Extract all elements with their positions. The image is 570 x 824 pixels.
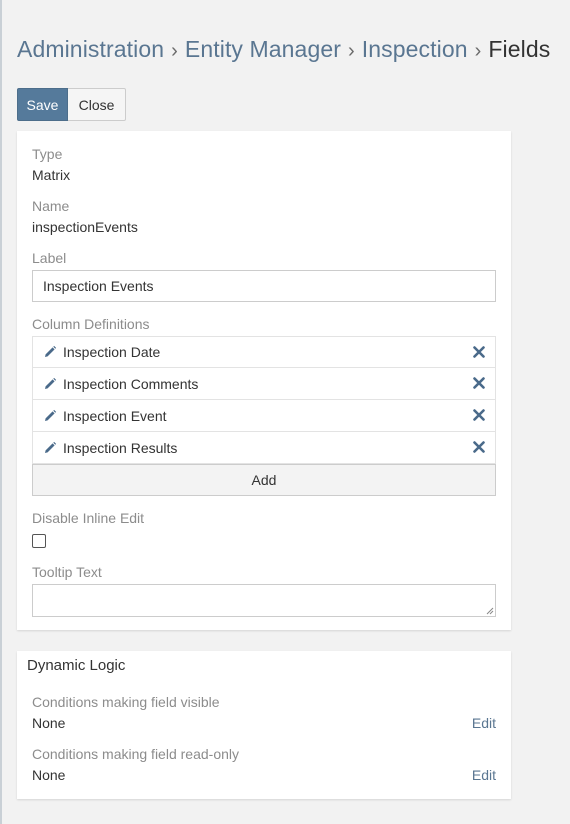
page-title: Fields — [488, 36, 551, 62]
label-input[interactable]: Inspection Events — [32, 270, 496, 302]
remove-icon[interactable] — [473, 346, 485, 358]
toolbar: Save Close — [17, 88, 126, 121]
visible-conditions-value: None — [32, 715, 66, 731]
type-label: Type — [32, 146, 63, 162]
column-item: Inspection Date — [32, 336, 496, 368]
name-label: Name — [32, 198, 70, 214]
dynamic-logic-title: Dynamic Logic — [27, 657, 126, 674]
column-item-label[interactable]: Inspection Results — [63, 440, 177, 456]
type-value: Matrix — [32, 167, 71, 183]
breadcrumb-inspection[interactable]: Inspection — [362, 36, 468, 62]
remove-icon[interactable] — [473, 409, 485, 421]
column-item-label[interactable]: Inspection Event — [63, 408, 167, 424]
add-column-button[interactable]: Add — [32, 464, 496, 496]
breadcrumb-separator: › — [348, 40, 355, 62]
column-item: Inspection Results — [32, 432, 496, 464]
remove-icon[interactable] — [473, 441, 485, 453]
resize-grip-icon[interactable] — [486, 607, 494, 615]
dynamic-logic-panel: Dynamic Logic Conditions making field vi… — [17, 651, 511, 799]
name-value: inspectionEvents — [32, 219, 138, 235]
readonly-conditions-value: None — [32, 767, 66, 783]
column-item-label[interactable]: Inspection Comments — [63, 376, 198, 392]
field-panel: Type Matrix Name inspectionEvents Label … — [17, 131, 511, 630]
remove-icon[interactable] — [473, 377, 485, 389]
disable-inline-edit-checkbox[interactable] — [32, 534, 46, 548]
breadcrumb-administration[interactable]: Administration — [17, 36, 164, 62]
breadcrumb-separator: › — [474, 40, 482, 62]
breadcrumb-separator: › — [171, 40, 178, 62]
tooltip-text-input[interactable] — [32, 584, 496, 617]
pencil-icon[interactable] — [43, 377, 57, 391]
column-item: Inspection Comments — [32, 368, 496, 400]
label-label: Label — [32, 250, 67, 266]
column-definitions-list: Inspection Date Inspection Comments Insp… — [32, 336, 496, 464]
pencil-icon[interactable] — [43, 441, 57, 455]
column-definitions-label: Column Definitions — [32, 316, 150, 332]
disable-inline-edit-label: Disable Inline Edit — [32, 510, 145, 526]
save-button[interactable]: Save — [17, 88, 68, 121]
breadcrumb-entity-manager[interactable]: Entity Manager — [185, 36, 341, 62]
edit-visible-conditions-link[interactable]: Edit — [472, 715, 496, 731]
column-item: Inspection Event — [32, 400, 496, 432]
close-button[interactable]: Close — [68, 88, 126, 121]
edit-readonly-conditions-link[interactable]: Edit — [472, 767, 496, 783]
pencil-icon[interactable] — [43, 409, 57, 423]
breadcrumb: Administration › Entity Manager › Inspection… — [17, 36, 550, 63]
tooltip-text-label: Tooltip Text — [32, 564, 102, 580]
column-item-label[interactable]: Inspection Date — [63, 344, 160, 360]
readonly-conditions-label: Conditions making field read-only — [32, 746, 239, 762]
visible-conditions-label: Conditions making field visible — [32, 694, 220, 710]
pencil-icon[interactable] — [43, 345, 57, 359]
